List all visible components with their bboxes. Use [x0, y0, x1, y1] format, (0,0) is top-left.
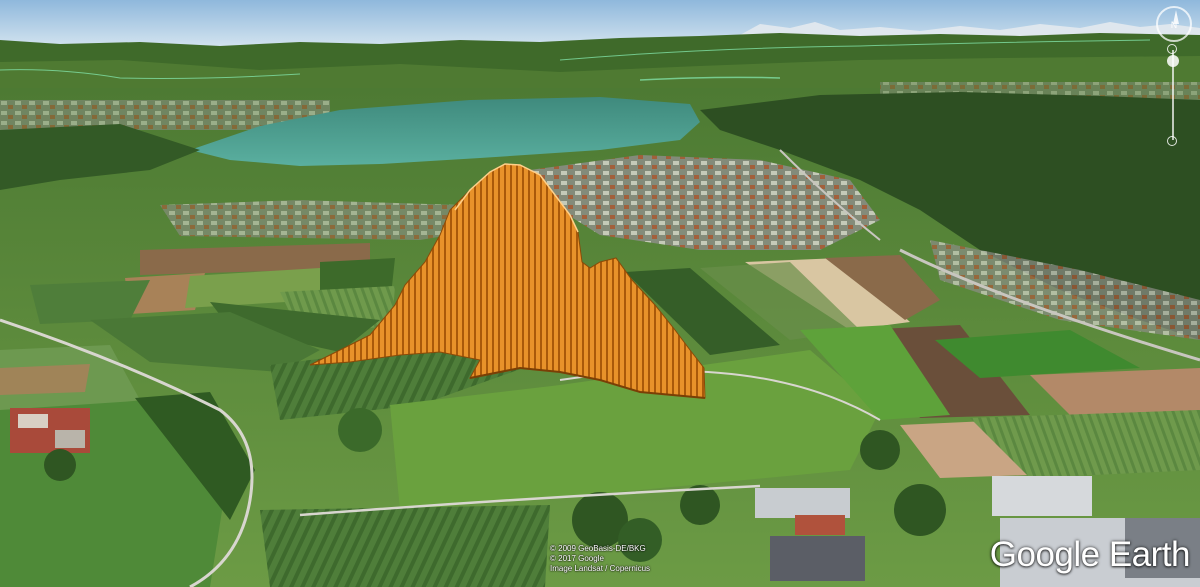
map-view[interactable] — [0, 0, 1200, 587]
attribution-line: Image Landsat / Copernicus — [550, 564, 651, 573]
zoom-out-icon[interactable] — [1167, 136, 1177, 146]
zoom-in-icon[interactable] — [1167, 44, 1177, 54]
zoom-knob[interactable] — [1167, 54, 1179, 67]
attribution-line: © 2009 GeoBasis-DE/BKG — [550, 544, 646, 553]
zoom-slider[interactable] — [1167, 44, 1179, 146]
attribution: © 2009 GeoBasis-DE/BKG © 2017 Google Ima… — [550, 544, 650, 574]
compass-control[interactable]: N — [1156, 6, 1192, 42]
compass-north-label: N — [1170, 21, 1178, 31]
attribution-line: © 2017 Google — [550, 554, 604, 563]
google-earth-logo: Google Earth — [989, 535, 1191, 574]
